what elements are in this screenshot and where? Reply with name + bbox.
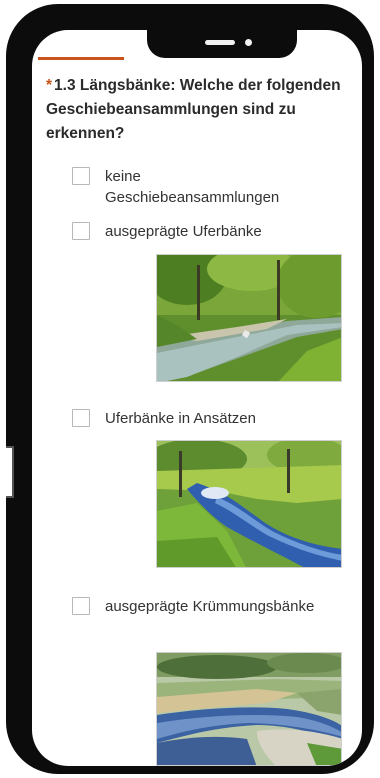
option-label: ausgeprägte Uferbänke xyxy=(105,223,262,240)
required-marker: * xyxy=(46,77,53,94)
progress-accent-bar xyxy=(38,57,124,60)
option-ausgepraegte-uferbaenke[interactable]: ausgeprägte Uferbänke xyxy=(72,221,315,242)
option-image-ansaetze[interactable] xyxy=(156,440,342,568)
option-ausgepraegte-kruemmungsbaenke[interactable]: ausgeprägte Krümmungsbänke xyxy=(72,596,315,617)
checkbox[interactable] xyxy=(72,409,90,427)
question-title: * 1.3 Längsbänke: Welche der folgenden Ge… xyxy=(46,74,352,146)
phone-screen: * 1.3 Längsbänke: Welche der folgenden Ge… xyxy=(32,30,362,766)
river-photo xyxy=(157,255,341,381)
river-photo xyxy=(157,441,341,567)
question-text: 1.3 Längsbänke: Welche der folgenden Ges… xyxy=(46,77,341,142)
option-keine-geschiebeansammlungen[interactable]: keine Geschiebeansammlungen xyxy=(72,166,315,208)
checkbox[interactable] xyxy=(72,597,90,615)
speaker-icon xyxy=(205,40,235,45)
river-photo xyxy=(157,653,341,765)
option-label: keine Geschiebeansammlungen xyxy=(105,168,280,206)
option-uferbaenke-in-ansaetzen[interactable]: Uferbänke in Ansätzen xyxy=(72,408,315,429)
side-button xyxy=(6,446,14,498)
option-label: Uferbänke in Ansätzen xyxy=(105,410,256,427)
checkbox[interactable] xyxy=(72,222,90,240)
checkbox[interactable] xyxy=(72,167,90,185)
option-image-uferbaenke[interactable] xyxy=(156,254,342,382)
phone-frame: * 1.3 Längsbänke: Welche der folgenden Ge… xyxy=(6,4,374,774)
option-image-kruemmungsbaenke[interactable] xyxy=(156,652,342,766)
option-label: ausgeprägte Krümmungsbänke xyxy=(105,598,315,615)
notch xyxy=(147,30,297,58)
camera-icon xyxy=(245,39,252,46)
